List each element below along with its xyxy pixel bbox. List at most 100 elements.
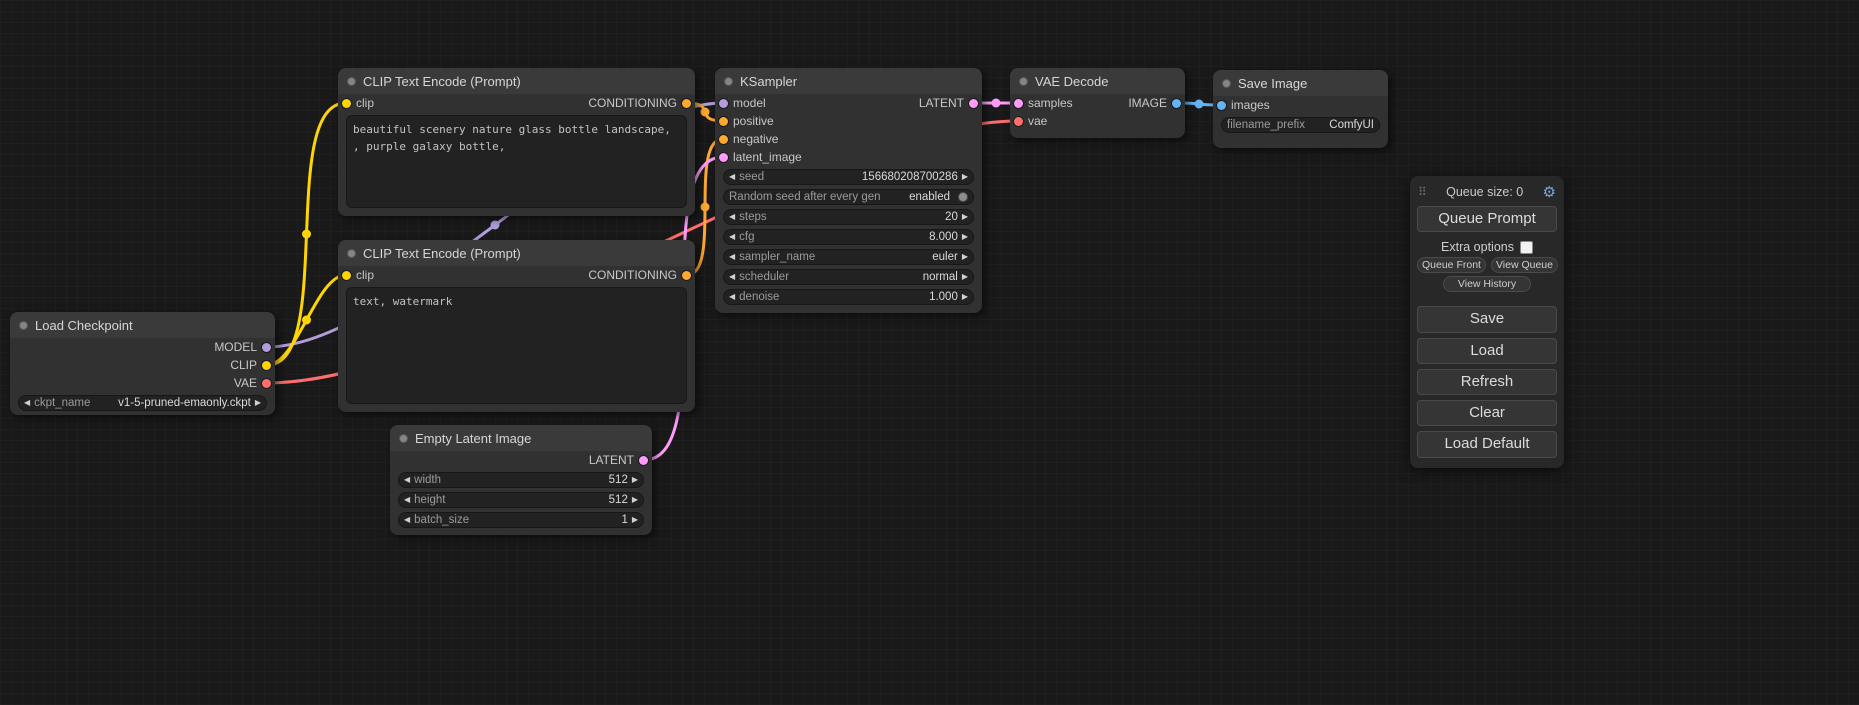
node-title-bar[interactable]: Save Image — [1213, 70, 1388, 96]
LATENT-output-slot[interactable]: LATENT — [919, 94, 978, 112]
latent_image-input-slot[interactable]: latent_image — [719, 148, 802, 166]
CONDITIONING-output-slot[interactable]: CONDITIONING — [588, 94, 691, 112]
width-widget[interactable]: ◀width512▶ — [398, 472, 644, 488]
input-slot-dot[interactable] — [342, 271, 351, 280]
output-slot-dot[interactable] — [1172, 99, 1181, 108]
node-title-bar[interactable]: CLIP Text Encode (Prompt) — [338, 68, 695, 94]
queue-prompt-button[interactable]: Queue Prompt — [1417, 206, 1557, 232]
prompt-text-area[interactable]: beautiful scenery nature glass bottle la… — [346, 115, 687, 208]
output-slot-dot[interactable] — [969, 99, 978, 108]
node-load-checkpoint[interactable]: Load CheckpointMODELCLIPVAE◀ckpt_namev1-… — [10, 312, 275, 415]
load-default-button[interactable]: Load Default — [1417, 431, 1557, 457]
collapse-toggle-icon[interactable] — [347, 249, 356, 258]
collapse-toggle-icon[interactable] — [347, 77, 356, 86]
clip-input-slot[interactable]: clip — [342, 94, 374, 112]
node-ksampler[interactable]: KSamplermodelpositivenegativelatent_imag… — [715, 68, 982, 313]
input-slot-dot[interactable] — [719, 99, 728, 108]
refresh-button[interactable]: Refresh — [1417, 369, 1557, 395]
collapse-toggle-icon[interactable] — [399, 434, 408, 443]
node-title-bar[interactable]: KSampler — [715, 68, 982, 94]
left-arrow-icon[interactable]: ◀ — [729, 213, 735, 221]
right-arrow-icon[interactable]: ▶ — [962, 213, 968, 221]
node-title-bar[interactable]: CLIP Text Encode (Prompt) — [338, 240, 695, 266]
left-arrow-icon[interactable]: ◀ — [404, 496, 410, 504]
output-slot-dot[interactable] — [262, 343, 271, 352]
CLIP-output-slot[interactable]: CLIP — [230, 356, 271, 374]
batch_size-widget[interactable]: ◀batch_size1▶ — [398, 512, 644, 528]
scheduler-widget[interactable]: ◀schedulernormal▶ — [723, 269, 974, 285]
collapse-toggle-icon[interactable] — [1222, 79, 1231, 88]
input-slot-dot[interactable] — [1014, 99, 1023, 108]
cfg-widget[interactable]: ◀cfg8.000▶ — [723, 229, 974, 245]
collapse-toggle-icon[interactable] — [1019, 77, 1028, 86]
node-title-bar[interactable]: Empty Latent Image — [390, 425, 652, 451]
view-queue-button[interactable]: View Queue — [1491, 257, 1558, 273]
output-slot-dot[interactable] — [682, 271, 691, 280]
height-widget[interactable]: ◀height512▶ — [398, 492, 644, 508]
left-arrow-icon[interactable]: ◀ — [729, 293, 735, 301]
collapse-toggle-icon[interactable] — [724, 77, 733, 86]
prompt-text-area[interactable]: text, watermark — [346, 287, 687, 404]
collapse-toggle-icon[interactable] — [19, 321, 28, 330]
left-arrow-icon[interactable]: ◀ — [729, 273, 735, 281]
positive-input-slot[interactable]: positive — [719, 112, 774, 130]
left-arrow-icon[interactable]: ◀ — [404, 516, 410, 524]
input-slot-dot[interactable] — [719, 135, 728, 144]
output-slot-dot[interactable] — [639, 456, 648, 465]
right-arrow-icon[interactable]: ▶ — [632, 516, 638, 524]
node-clip-text-encode-negative[interactable]: CLIP Text Encode (Prompt)clip CONDITIONIN… — [338, 240, 695, 412]
input-slot-dot[interactable] — [719, 117, 728, 126]
view-history-button[interactable]: View History — [1443, 276, 1531, 292]
random-seed-after-every-gen-widget[interactable]: Random seed after every genenabled — [723, 189, 974, 205]
input-slot-dot[interactable] — [719, 153, 728, 162]
node-clip-text-encode-positive[interactable]: CLIP Text Encode (Prompt)clip CONDITIONIN… — [338, 68, 695, 216]
right-arrow-icon[interactable]: ▶ — [962, 173, 968, 181]
steps-widget[interactable]: ◀steps20▶ — [723, 209, 974, 225]
node-save-image[interactable]: Save Imageimages filename_prefixComfyUI — [1213, 70, 1388, 148]
comfyui-canvas[interactable]: { "icons": { "left_arrow": "◀", "right_a… — [0, 0, 1859, 705]
load-button[interactable]: Load — [1417, 338, 1557, 364]
input-slot-dot[interactable] — [1014, 117, 1023, 126]
node-title-bar[interactable]: VAE Decode — [1010, 68, 1185, 94]
toggle-indicator-dot[interactable] — [958, 192, 968, 202]
IMAGE-output-slot[interactable]: IMAGE — [1128, 94, 1181, 112]
samples-input-slot[interactable]: samples — [1014, 94, 1073, 112]
vae-input-slot[interactable]: vae — [1014, 112, 1047, 130]
input-slot-dot[interactable] — [1217, 101, 1226, 110]
ckpt_name-widget[interactable]: ◀ckpt_namev1-5-pruned-emaonly.ckpt▶ — [18, 395, 267, 411]
right-arrow-icon[interactable]: ▶ — [962, 253, 968, 261]
left-arrow-icon[interactable]: ◀ — [729, 173, 735, 181]
clear-button[interactable]: Clear — [1417, 400, 1557, 426]
extra-options-checkbox[interactable] — [1520, 241, 1533, 254]
filename_prefix-widget[interactable]: filename_prefixComfyUI — [1221, 117, 1380, 133]
left-arrow-icon[interactable]: ◀ — [404, 476, 410, 484]
right-arrow-icon[interactable]: ▶ — [255, 399, 261, 407]
save-button[interactable]: Save — [1417, 306, 1557, 332]
output-slot-dot[interactable] — [262, 361, 271, 370]
node-vae-decode[interactable]: VAE Decodesamplesvae IMAGE — [1010, 68, 1185, 138]
queue-front-button[interactable]: Queue Front — [1417, 257, 1486, 273]
drag-handle-icon[interactable]: ⠿ — [1418, 185, 1427, 199]
denoise-widget[interactable]: ◀denoise1.000▶ — [723, 289, 974, 305]
right-arrow-icon[interactable]: ▶ — [962, 273, 968, 281]
left-arrow-icon[interactable]: ◀ — [729, 233, 735, 241]
input-slot-dot[interactable] — [342, 99, 351, 108]
clip-input-slot[interactable]: clip — [342, 266, 374, 284]
sampler_name-widget[interactable]: ◀sampler_nameeuler▶ — [723, 249, 974, 265]
right-arrow-icon[interactable]: ▶ — [632, 496, 638, 504]
right-arrow-icon[interactable]: ▶ — [962, 233, 968, 241]
output-slot-dot[interactable] — [682, 99, 691, 108]
node-title-bar[interactable]: Load Checkpoint — [10, 312, 275, 338]
settings-gear-icon[interactable]: ⚙ — [1543, 183, 1556, 201]
images-input-slot[interactable]: images — [1217, 96, 1270, 114]
seed-widget[interactable]: ◀seed156680208700286▶ — [723, 169, 974, 185]
node-empty-latent-image[interactable]: Empty Latent ImageLATENT ◀width512▶ ◀heigh… — [390, 425, 652, 535]
output-slot-dot[interactable] — [262, 379, 271, 388]
MODEL-output-slot[interactable]: MODEL — [214, 338, 271, 356]
model-input-slot[interactable]: model — [719, 94, 766, 112]
right-arrow-icon[interactable]: ▶ — [632, 476, 638, 484]
left-arrow-icon[interactable]: ◀ — [24, 399, 30, 407]
negative-input-slot[interactable]: negative — [719, 130, 778, 148]
LATENT-output-slot[interactable]: LATENT — [589, 451, 648, 469]
CONDITIONING-output-slot[interactable]: CONDITIONING — [588, 266, 691, 284]
